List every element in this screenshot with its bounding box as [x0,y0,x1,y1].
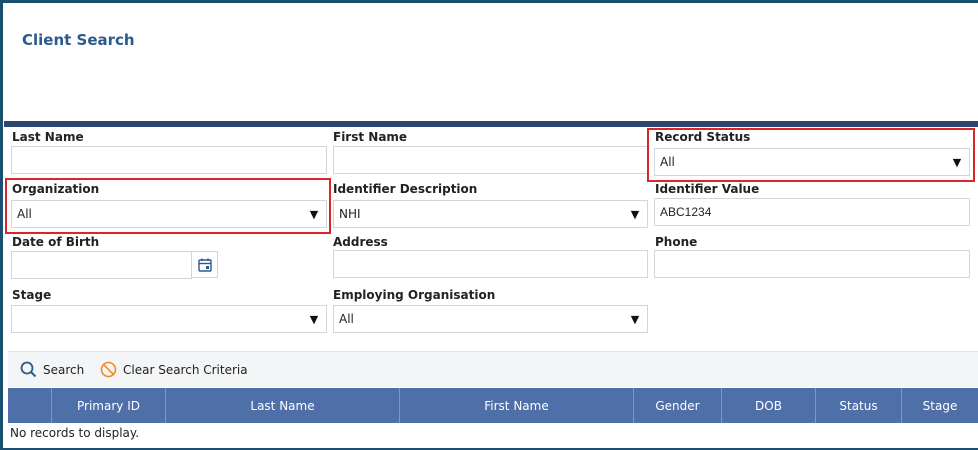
date-of-birth-label: Date of Birth [12,235,100,249]
header-band [4,121,978,127]
column-header-gender[interactable]: Gender [634,388,722,423]
phone-label: Phone [655,235,698,249]
search-toolbar: Search Clear Search Criteria [8,351,978,387]
column-header-dob[interactable]: DOB [722,388,816,423]
column-header-last-name[interactable]: Last Name [166,388,400,423]
search-button[interactable]: Search [20,361,84,378]
triangle-down-icon[interactable]: ▼ [623,306,647,332]
calendar-icon [197,258,212,272]
first-name-input[interactable] [333,146,648,174]
date-of-birth-input[interactable] [11,251,192,279]
triangle-down-icon[interactable]: ▼ [623,201,647,227]
phone-input[interactable] [654,250,970,278]
identifier-value-input[interactable] [654,198,970,226]
record-status-highlight [647,128,975,182]
triangle-down-icon[interactable]: ▼ [302,306,326,332]
clear-icon [100,361,117,378]
first-name-label: First Name [333,130,408,144]
search-button-label: Search [43,362,85,377]
column-header-status[interactable]: Status [816,388,902,423]
address-label: Address [333,235,388,249]
column-header-first-name[interactable]: First Name [400,388,634,423]
identifier-description-select[interactable]: NHI ▼ [333,200,648,228]
employing-organisation-select[interactable]: All ▼ [333,305,648,333]
employing-organisation-value: All [339,312,354,326]
column-header-primary-id[interactable]: Primary ID [52,388,166,423]
stage-select[interactable]: ▼ [11,305,327,333]
calendar-button[interactable] [191,251,218,278]
stage-label: Stage [12,288,52,302]
search-icon [20,361,37,378]
identifier-description-value: NHI [339,207,361,221]
employing-organisation-label: Employing Organisation [333,288,496,302]
grid-select-column [8,388,52,423]
organization-highlight [5,178,331,234]
column-header-stage[interactable]: Stage [902,388,978,423]
last-name-input[interactable] [11,146,327,174]
identifier-value-label: Identifier Value [655,182,760,196]
page-title: Client Search [22,31,135,49]
results-grid-header: Primary ID Last Name First Name Gender D… [8,388,978,423]
clear-search-criteria-button[interactable]: Clear Search Criteria [100,361,248,378]
no-records-message: No records to display. [10,426,140,440]
clear-search-criteria-label: Clear Search Criteria [123,362,248,377]
identifier-description-label: Identifier Description [333,182,478,196]
address-input[interactable] [333,250,648,278]
last-name-label: Last Name [12,130,84,144]
